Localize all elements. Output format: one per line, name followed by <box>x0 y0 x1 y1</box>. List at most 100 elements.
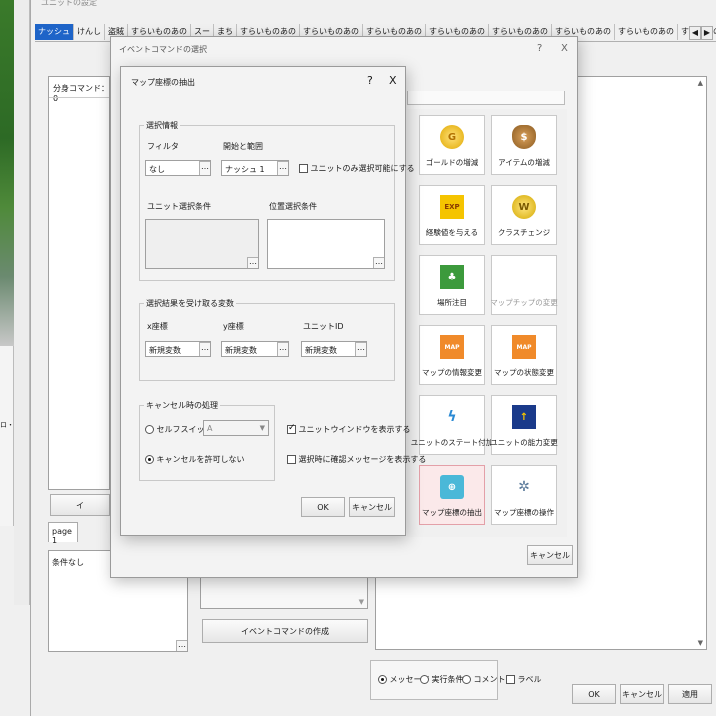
condition-edit-button[interactable]: … <box>176 640 187 651</box>
cancel-handling-group: キャンセル時の処理 <box>139 400 275 481</box>
unit-tab[interactable]: ナッシュ <box>35 24 74 40</box>
filter-value: なし <box>149 165 165 174</box>
unit-id-label: ユニットID <box>303 322 344 331</box>
command-button[interactable]: MAP マップの情報変更 <box>419 325 485 385</box>
command-button[interactable]: ♣ 場所注目 <box>419 255 485 315</box>
select-cancel-button[interactable]: キャンセル <box>527 545 573 565</box>
unit-tab[interactable]: けんし <box>74 24 105 40</box>
self-switch-value: A <box>207 424 213 433</box>
command-label: アイテムの増減 <box>498 158 550 167</box>
self-switch-select[interactable]: A ▼ <box>203 420 269 436</box>
event-button[interactable]: イ <box>50 494 110 516</box>
command-label: ユニットのステート付加 <box>410 438 494 447</box>
unit-condition-label: ユニット選択条件 <box>147 202 211 211</box>
back-ok-button[interactable]: OK <box>572 684 616 704</box>
dialog-help-button[interactable]: ? <box>367 74 373 87</box>
command-label: マップ座標の操作 <box>494 508 554 517</box>
y-variable-value: 新規変数 <box>225 346 257 355</box>
radio-comment-label: コメント <box>473 675 506 684</box>
back-window-title: ユニットの設定 <box>41 0 97 7</box>
start-range-value: ナッシュ 1 <box>225 165 265 174</box>
left-list-panel[interactable]: 分身コマンド：0 <box>48 76 110 490</box>
unit-id-variable-field[interactable]: 新規変数 … <box>301 341 367 357</box>
disallow-cancel-label: キャンセルを許可しない <box>156 455 245 464</box>
confirm-msg-checkbox[interactable]: 選択時に確認メッセージを表示する <box>287 454 426 465</box>
command-label: 場所注目 <box>437 298 467 307</box>
unit-tab[interactable]: すらいものあの <box>615 24 678 40</box>
map-coordinate-icon: ⊕ <box>440 475 464 499</box>
unit-id-variable-value: 新規変数 <box>305 346 337 355</box>
command-label: マップチップの変更 <box>490 298 558 307</box>
start-range-select-button[interactable]: … <box>277 161 288 175</box>
command-button[interactable]: マップチップの変更 <box>490 255 558 315</box>
command-label: ゴールドの増減 <box>425 158 479 167</box>
result-vars-title: 選択結果を受け取る変数 <box>144 298 236 309</box>
position-condition-edit-button[interactable]: … <box>373 257 384 268</box>
disallow-cancel-radio[interactable]: キャンセルを許可しない <box>145 454 245 465</box>
unit-only-checkbox[interactable]: ユニットのみ選択可能にする <box>299 163 415 174</box>
confirm-msg-label: 選択時に確認メッセージを表示する <box>298 455 427 464</box>
command-button[interactable]: W クラスチェンジ <box>491 185 557 245</box>
dialog-cancel-button[interactable]: キャンセル <box>349 497 395 517</box>
command-label: マップ座標の抽出 <box>422 508 482 517</box>
filter-select-button[interactable]: … <box>199 161 210 175</box>
dialog-close-button[interactable]: X <box>389 74 397 87</box>
forest-map-icon: ♣ <box>440 265 464 289</box>
radio-condition-label: 実行条件 <box>431 675 464 684</box>
filter-field[interactable]: なし … <box>145 160 211 176</box>
select-window-title: イベントコマンドの選択 <box>119 45 207 54</box>
tab-scroll-right-button[interactable]: ▶ <box>701 26 713 40</box>
page-tab[interactable]: page 1 <box>48 522 78 545</box>
command-button[interactable]: MAP マップの状態変更 <box>491 325 557 385</box>
label-checkbox-label: ラベル <box>517 675 542 684</box>
command-label: ユニットの能力変更 <box>490 438 558 447</box>
selection-info-title: 選択情報 <box>144 120 180 131</box>
x-variable-field[interactable]: 新規変数 … <box>145 341 211 357</box>
select-help-button[interactable]: ? <box>537 43 542 54</box>
command-label: マップの情報変更 <box>422 368 482 377</box>
command-button[interactable]: ϟ ユニットのステート付加 <box>411 395 493 455</box>
map-coordinate-dialog: マップ座標の抽出 ? X 選択情報 フィルタ なし … 開始と範囲 ナッシュ 1… <box>120 66 426 536</box>
map-divider <box>0 346 14 526</box>
command-button[interactable]: ✲ マップ座標の操作 <box>491 465 557 525</box>
unit-condition-edit-button[interactable]: … <box>247 257 258 268</box>
y-variable-field[interactable]: 新規変数 … <box>221 341 289 357</box>
select-close-button[interactable]: X <box>561 43 568 54</box>
show-unit-window-checkbox[interactable]: ユニットウインドウを表示する <box>287 423 411 435</box>
label-checkbox[interactable]: ラベル <box>506 674 542 685</box>
left-panel-edge <box>14 0 30 605</box>
back-apply-button[interactable]: 適用 <box>668 684 712 704</box>
create-event-button[interactable]: イベントコマンドの作成 <box>202 619 368 643</box>
tab-scroll-left-button[interactable]: ◀ <box>689 26 701 40</box>
x-variable-select-button[interactable]: … <box>199 342 210 356</box>
position-condition-label: 位置選択条件 <box>269 202 317 211</box>
money-bag-icon: $ <box>512 125 536 149</box>
dialog-title: マップ座標の抽出 <box>131 78 195 87</box>
start-range-field[interactable]: ナッシュ 1 … <box>221 160 289 176</box>
command-button[interactable]: EXP 経験値を与える <box>419 185 485 245</box>
cancel-handling-title: キャンセル時の処理 <box>144 400 220 411</box>
back-cancel-button[interactable]: キャンセル <box>620 684 664 704</box>
event-list-box[interactable]: ▼ <box>200 575 368 609</box>
command-label: クラスチェンジ <box>497 228 551 237</box>
command-button[interactable]: ⊕ マップ座標の抽出 <box>419 465 485 525</box>
command-button[interactable]: ↑ ユニットの能力変更 <box>490 395 558 455</box>
x-label: x座標 <box>147 322 168 331</box>
unit-id-variable-select-button[interactable]: … <box>355 342 366 356</box>
y-variable-select-button[interactable]: … <box>277 342 288 356</box>
map-state-icon: MAP <box>512 335 536 359</box>
left-panel-label: 分身コマンド：0 <box>53 84 109 103</box>
show-unit-window-label: ユニットウインドウを表示する <box>298 425 411 434</box>
coordinate-operation-icon: ✲ <box>518 479 530 495</box>
command-label: マップの状態変更 <box>494 368 554 377</box>
position-condition-box[interactable]: … <box>267 219 385 269</box>
class-change-icon: W <box>512 195 536 219</box>
unit-only-label: ユニットのみ選択可能にする <box>310 164 415 173</box>
gold-coin-icon: G <box>440 125 464 149</box>
radio-comment[interactable]: コメント <box>462 674 506 685</box>
radio-condition[interactable]: 実行条件 <box>420 674 464 685</box>
unit-condition-box[interactable]: … <box>145 219 259 269</box>
command-button[interactable]: G ゴールドの増減 <box>419 115 485 175</box>
dialog-ok-button[interactable]: OK <box>301 497 345 517</box>
command-button[interactable]: $ アイテムの増減 <box>491 115 557 175</box>
